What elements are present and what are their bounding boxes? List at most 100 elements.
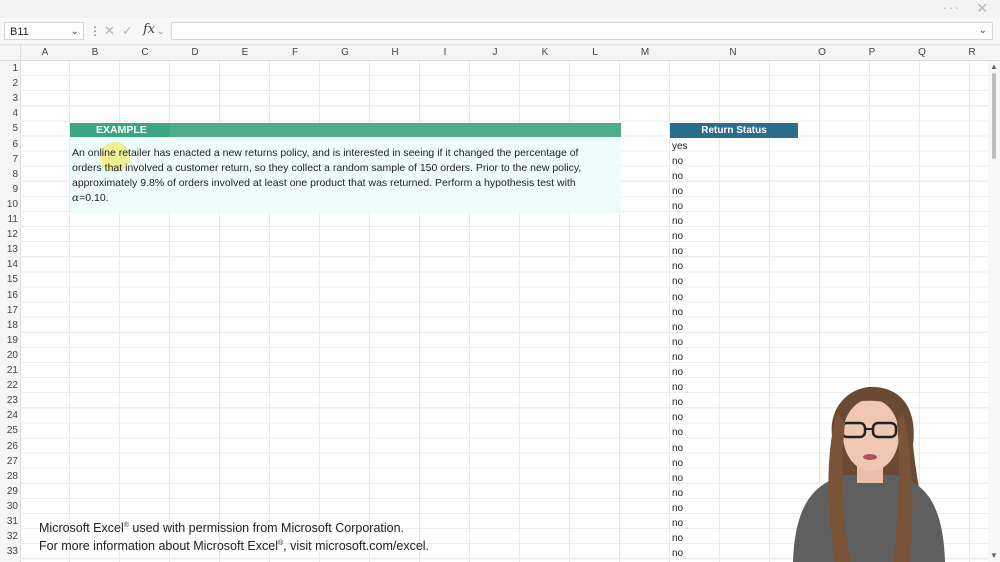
row-header-24[interactable]: 24 [0,408,18,423]
row-header-13[interactable]: 13 [0,242,18,257]
return-status-cell[interactable]: yes [672,139,688,154]
return-status-cell[interactable]: no [672,531,683,546]
column-header-o[interactable]: O [810,45,834,60]
row-header-4[interactable]: 4 [0,106,18,121]
row-header-17[interactable]: 17 [0,303,18,318]
row-header-31[interactable]: 31 [0,514,18,529]
return-status-cell[interactable]: no [672,244,683,259]
row-header-33[interactable]: 33 [0,544,18,559]
insert-function-button[interactable]: fx [143,21,155,39]
column-header-q[interactable]: Q [910,45,934,60]
return-status-cell[interactable]: no [672,335,683,350]
return-status-cell[interactable]: no [672,305,683,320]
return-status-cell[interactable]: no [672,471,683,486]
column-header-e[interactable]: E [233,45,257,60]
return-status-cell[interactable]: no [672,169,683,184]
column-header-a[interactable]: A [33,45,57,60]
scroll-down-icon[interactable]: ▼ [990,551,998,560]
column-header-f[interactable]: F [283,45,307,60]
row-header-16[interactable]: 16 [0,288,18,303]
row-header-28[interactable]: 28 [0,469,18,484]
check-icon[interactable]: ✓ [122,22,133,40]
column-header-m[interactable]: M [633,45,657,60]
return-status-cell[interactable]: no [672,516,683,531]
row-header-15[interactable]: 15 [0,272,18,287]
return-status-cell[interactable]: no [672,395,683,410]
row-header-5[interactable]: 5 [0,121,18,136]
column-header-p[interactable]: P [860,45,884,60]
name-box-value: B11 [10,26,29,38]
row-header-18[interactable]: 18 [0,318,18,333]
return-status-cell[interactable]: no [672,214,683,229]
row-header-12[interactable]: 12 [0,227,18,242]
vertical-more-icon[interactable]: ⋮ [89,22,101,40]
row-header-9[interactable]: 9 [0,182,18,197]
row-header-2[interactable]: 2 [0,76,18,91]
more-icon[interactable]: ··· [943,0,960,18]
return-status-cell[interactable]: no [672,350,683,365]
example-title: EXAMPLE [96,124,147,136]
row-header-7[interactable]: 7 [0,152,18,167]
row-header-3[interactable]: 3 [0,91,18,106]
scroll-up-icon[interactable]: ▲ [990,62,998,71]
return-status-cell[interactable]: no [672,380,683,395]
name-box[interactable]: B11 ⌄ [4,22,84,40]
column-header-b[interactable]: B [83,45,107,60]
return-status-cell[interactable]: no [672,184,683,199]
scrollbar-thumb[interactable] [992,73,996,159]
row-header-6[interactable]: 6 [0,137,18,152]
return-status-cell[interactable]: no [672,290,683,305]
row-header-14[interactable]: 14 [0,257,18,272]
row-header-1[interactable]: 1 [0,61,18,76]
return-status-cell[interactable]: no [672,199,683,214]
column-header-c[interactable]: C [133,45,157,60]
column-header-r[interactable]: R [960,45,984,60]
row-header-10[interactable]: 10 [0,197,18,212]
row-header-32[interactable]: 32 [0,529,18,544]
vertical-scrollbar[interactable]: ▲ ▼ [988,61,1000,562]
return-status-cell[interactable]: no [672,259,683,274]
row-header-20[interactable]: 20 [0,348,18,363]
return-status-cell[interactable]: no [672,274,683,289]
return-status-cell[interactable]: no [672,501,683,516]
row-header-27[interactable]: 27 [0,454,18,469]
column-header-h[interactable]: H [383,45,407,60]
row-header-30[interactable]: 30 [0,499,18,514]
column-header-n[interactable]: N [721,45,745,60]
chevron-down-icon[interactable]: ⌄ [71,23,79,41]
row-header-23[interactable]: 23 [0,393,18,408]
row-header-22[interactable]: 22 [0,378,18,393]
cancel-icon[interactable]: ✕ [104,22,115,40]
return-status-cell[interactable]: no [672,456,683,471]
column-header-d[interactable]: D [183,45,207,60]
return-status-cell[interactable]: no [672,410,683,425]
chevron-down-icon[interactable]: ⌄ [157,22,165,40]
column-header-i[interactable]: I [433,45,457,60]
select-all-corner[interactable] [0,45,21,60]
column-header-k[interactable]: K [533,45,557,60]
close-icon[interactable]: ✕ [976,0,988,18]
return-status-cell[interactable]: no [672,365,683,380]
return-status-cell[interactable]: no [672,486,683,501]
row-header-11[interactable]: 11 [0,212,18,227]
return-status-cell[interactable]: no [672,546,683,561]
row-header-8[interactable]: 8 [0,167,18,182]
row-header-19[interactable]: 19 [0,333,18,348]
expand-formula-icon[interactable]: ⌄ [979,23,987,39]
row-header-26[interactable]: 26 [0,439,18,454]
row-header-25[interactable]: 25 [0,423,18,438]
return-status-cell[interactable]: no [672,229,683,244]
column-header-j[interactable]: J [483,45,507,60]
return-status-cell[interactable]: no [672,425,683,440]
example-header-band [70,123,621,137]
row-header-29[interactable]: 29 [0,484,18,499]
return-status-cell[interactable]: no [672,154,683,169]
column-header-g[interactable]: G [333,45,357,60]
return-status-cell[interactable]: no [672,320,683,335]
permission-line-1: Microsoft Excel® used with permission fr… [39,521,405,536]
row-header-21[interactable]: 21 [0,363,18,378]
return-status-cell[interactable]: no [672,441,683,456]
column-header-l[interactable]: L [583,45,607,60]
formula-input[interactable]: ⌄ [171,22,993,40]
return-status-header[interactable]: Return Status [670,123,798,138]
